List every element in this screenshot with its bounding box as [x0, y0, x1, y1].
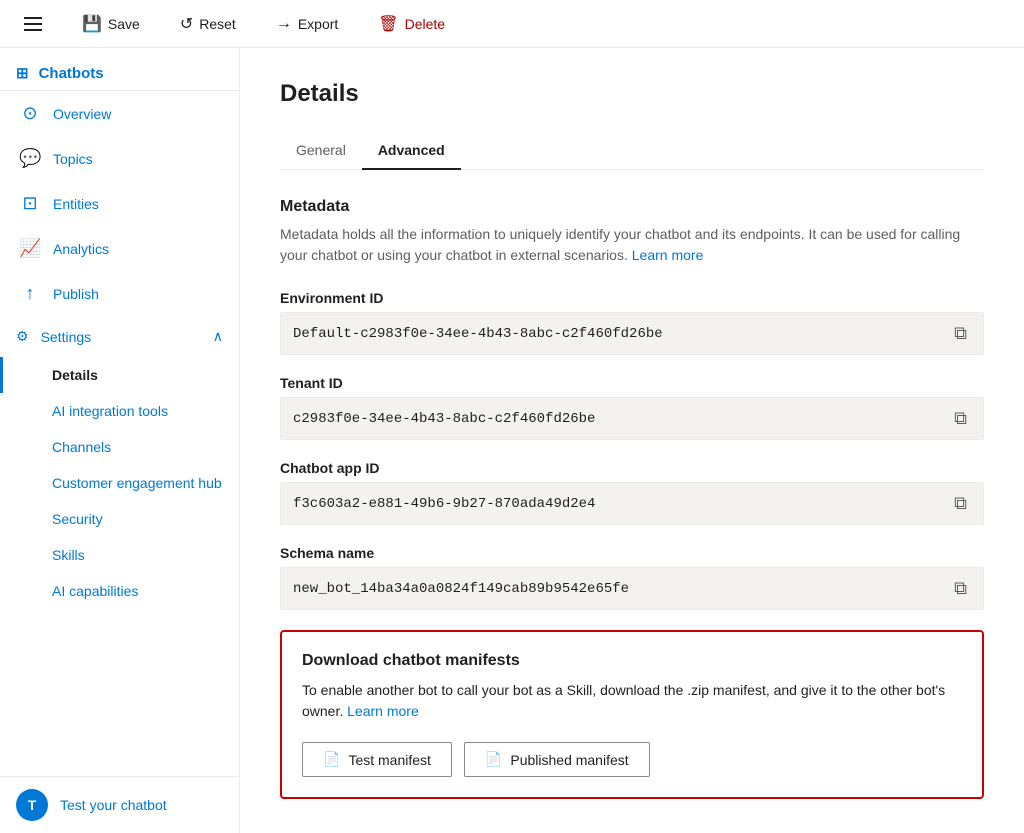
- field-label-chatbot-app-id: Chatbot app ID: [280, 460, 984, 476]
- page-title: Details: [280, 80, 984, 108]
- tabs: General Advanced: [280, 132, 984, 170]
- field-group-schema-name: Schema name new_bot_14ba34a0a0824f149cab8…: [280, 545, 984, 610]
- download-learn-more-link[interactable]: Learn more: [347, 703, 419, 719]
- chevron-up-icon: ∧: [213, 328, 223, 345]
- copy-button-schema-name[interactable]: ⧉: [950, 576, 971, 601]
- app-name: Chatbots: [39, 65, 104, 82]
- sidebar-item-entities[interactable]: ⊡ Entities: [0, 181, 239, 226]
- delete-icon: 🗑: [378, 14, 398, 34]
- sidebar-item-publish[interactable]: ↑ Publish: [0, 271, 239, 316]
- field-row-environment-id: Default-c2983f0e-34ee-4b43-8abc-c2f460fd…: [280, 312, 984, 355]
- field-group-tenant-id: Tenant ID c2983f0e-34ee-4b43-8abc-c2f460f…: [280, 375, 984, 440]
- sidebar: ⊞ Chatbots ⊙ Overview 💬 Topics ⊡ Entitie…: [0, 48, 240, 833]
- field-label-environment-id: Environment ID: [280, 290, 984, 306]
- sidebar-sub-item-ai-integration[interactable]: AI integration tools: [0, 393, 239, 429]
- field-value-schema-name: new_bot_14ba34a0a0824f149cab89b9542e65fe: [293, 581, 950, 597]
- field-row-tenant-id: c2983f0e-34ee-4b43-8abc-c2f460fd26be⧉: [280, 397, 984, 440]
- sidebar-sub-item-skills[interactable]: Skills: [0, 537, 239, 573]
- export-icon: →: [276, 15, 292, 33]
- save-button[interactable]: 💾 Save: [74, 10, 148, 38]
- sidebar-item-analytics[interactable]: 📈 Analytics: [0, 226, 239, 271]
- file-icon-test: 📄: [323, 751, 340, 768]
- download-title: Download chatbot manifests: [302, 652, 962, 670]
- field-label-schema-name: Schema name: [280, 545, 984, 561]
- field-group-chatbot-app-id: Chatbot app ID f3c603a2-e881-49b6-9b27-87…: [280, 460, 984, 525]
- sidebar-header[interactable]: ⊞ Chatbots: [0, 48, 239, 91]
- sidebar-sub-item-details[interactable]: Details: [0, 357, 239, 393]
- app-icon: ⊞: [16, 64, 29, 82]
- field-label-tenant-id: Tenant ID: [280, 375, 984, 391]
- metadata-description: Metadata holds all the information to un…: [280, 224, 984, 266]
- save-icon: 💾: [82, 14, 102, 34]
- copy-button-tenant-id[interactable]: ⧉: [950, 406, 971, 431]
- sidebar-bottom-test[interactable]: T Test your chatbot: [0, 776, 239, 833]
- tab-general[interactable]: General: [280, 132, 362, 170]
- field-group-environment-id: Environment ID Default-c2983f0e-34ee-4b43…: [280, 290, 984, 355]
- sidebar-sub-item-ai-capabilities[interactable]: AI capabilities: [0, 573, 239, 609]
- copy-button-chatbot-app-id[interactable]: ⧉: [950, 491, 971, 516]
- field-row-schema-name: new_bot_14ba34a0a0824f149cab89b9542e65fe…: [280, 567, 984, 610]
- test-manifest-button[interactable]: 📄 Test manifest: [302, 742, 452, 777]
- export-button[interactable]: → Export: [268, 11, 346, 37]
- download-buttons: 📄 Test manifest 📄 Published manifest: [302, 742, 962, 777]
- overview-icon: ⊙: [19, 103, 41, 124]
- field-value-chatbot-app-id: f3c603a2-e881-49b6-9b27-870ada49d2e4: [293, 496, 950, 512]
- entities-icon: ⊡: [19, 193, 41, 214]
- metadata-title: Metadata: [280, 198, 984, 216]
- field-value-environment-id: Default-c2983f0e-34ee-4b43-8abc-c2f460fd…: [293, 326, 950, 342]
- tab-advanced[interactable]: Advanced: [362, 132, 461, 170]
- settings-icon: ⚙: [16, 328, 29, 345]
- published-manifest-button[interactable]: 📄 Published manifest: [464, 742, 650, 777]
- sidebar-sub-item-channels[interactable]: Channels: [0, 429, 239, 465]
- delete-button[interactable]: 🗑 Delete: [370, 10, 453, 38]
- publish-icon: ↑: [19, 283, 41, 304]
- content-area: Details General Advanced Metadata Metada…: [240, 48, 1024, 833]
- field-row-chatbot-app-id: f3c603a2-e881-49b6-9b27-870ada49d2e4⧉: [280, 482, 984, 525]
- field-value-tenant-id: c2983f0e-34ee-4b43-8abc-c2f460fd26be: [293, 411, 950, 427]
- settings-section-header[interactable]: ⚙ Settings ∧: [0, 316, 239, 357]
- copy-button-environment-id[interactable]: ⧉: [950, 321, 971, 346]
- sidebar-item-overview[interactable]: ⊙ Overview: [0, 91, 239, 136]
- download-description: To enable another bot to call your bot a…: [302, 680, 962, 722]
- fields-container: Environment ID Default-c2983f0e-34ee-4b43…: [280, 290, 984, 610]
- analytics-icon: 📈: [19, 238, 41, 259]
- hamburger-menu[interactable]: [16, 9, 50, 39]
- toolbar: 💾 Save ↺ Reset → Export 🗑 Delete: [0, 0, 1024, 48]
- reset-button[interactable]: ↺ Reset: [172, 10, 244, 38]
- sidebar-item-topics[interactable]: 💬 Topics: [0, 136, 239, 181]
- file-icon-published: 📄: [485, 751, 502, 768]
- sidebar-sub-item-customer-engagement[interactable]: Customer engagement hub: [0, 465, 239, 501]
- main-layout: ⊞ Chatbots ⊙ Overview 💬 Topics ⊡ Entitie…: [0, 48, 1024, 833]
- avatar: T: [16, 789, 48, 821]
- reset-icon: ↺: [180, 14, 193, 34]
- metadata-learn-more-link[interactable]: Learn more: [632, 247, 704, 263]
- sidebar-sub-item-security[interactable]: Security: [0, 501, 239, 537]
- topics-icon: 💬: [19, 148, 41, 169]
- download-section: Download chatbot manifests To enable ano…: [280, 630, 984, 799]
